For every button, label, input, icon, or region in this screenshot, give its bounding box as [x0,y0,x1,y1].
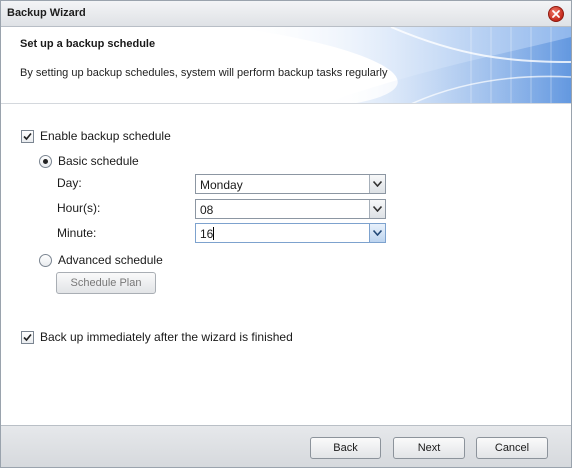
basic-schedule-label: Basic schedule [58,154,139,168]
next-button[interactable]: Next [393,437,465,459]
checkmark-icon [23,132,32,140]
day-select[interactable]: Monday [195,174,386,194]
close-button[interactable] [548,6,564,22]
day-value: Monday [200,178,243,192]
back-button[interactable]: Back [310,437,381,459]
enable-schedule-checkbox[interactable] [21,129,34,143]
minute-select[interactable]: 16 [195,223,386,243]
minute-dropdown-button[interactable] [369,224,385,242]
checkmark-icon [23,333,32,341]
chevron-down-icon [373,230,382,236]
hours-label: Hour(s): [57,201,101,215]
chevron-down-icon [373,181,382,187]
backup-immediately-checkbox[interactable] [21,330,34,344]
window-title: Backup Wizard [7,7,86,19]
chevron-down-icon [373,206,382,212]
minute-label: Minute: [57,226,97,240]
text-cursor [213,227,215,240]
day-label: Day: [57,176,82,190]
wizard-footer: Back Next Cancel [1,425,571,467]
advanced-schedule-label: Advanced schedule [58,253,163,267]
backup-wizard-window: Backup Wizard Set up a backup schedule B… [0,0,572,468]
wizard-content: Enable backup schedule Basic schedule Da… [1,105,571,425]
advanced-schedule-row[interactable]: Advanced schedule [39,253,163,267]
basic-schedule-radio[interactable] [39,154,52,168]
close-icon [552,10,560,18]
page-title: Set up a backup schedule [20,38,156,50]
hours-select[interactable]: 08 [195,199,386,219]
minute-value-wrap[interactable]: 16 [200,227,215,241]
enable-schedule-row[interactable]: Enable backup schedule [21,129,171,143]
backup-immediately-label: Back up immediately after the wizard is … [40,330,293,344]
advanced-schedule-radio[interactable] [39,253,52,267]
basic-schedule-row[interactable]: Basic schedule [39,154,139,168]
enable-schedule-label: Enable backup schedule [40,129,171,143]
cancel-button[interactable]: Cancel [476,437,548,459]
hours-value: 08 [200,203,214,217]
day-dropdown-button[interactable] [369,175,385,193]
minute-value: 16 [200,227,214,241]
hours-dropdown-button[interactable] [369,200,385,218]
wizard-header: Set up a backup schedule By setting up b… [1,27,571,104]
backup-immediately-row[interactable]: Back up immediately after the wizard is … [21,330,293,344]
title-bar[interactable]: Backup Wizard [1,1,571,27]
header-banner-graphic [231,27,571,103]
page-description: By setting up backup schedules, system w… [20,67,388,79]
schedule-plan-button[interactable]: Schedule Plan [56,272,156,294]
